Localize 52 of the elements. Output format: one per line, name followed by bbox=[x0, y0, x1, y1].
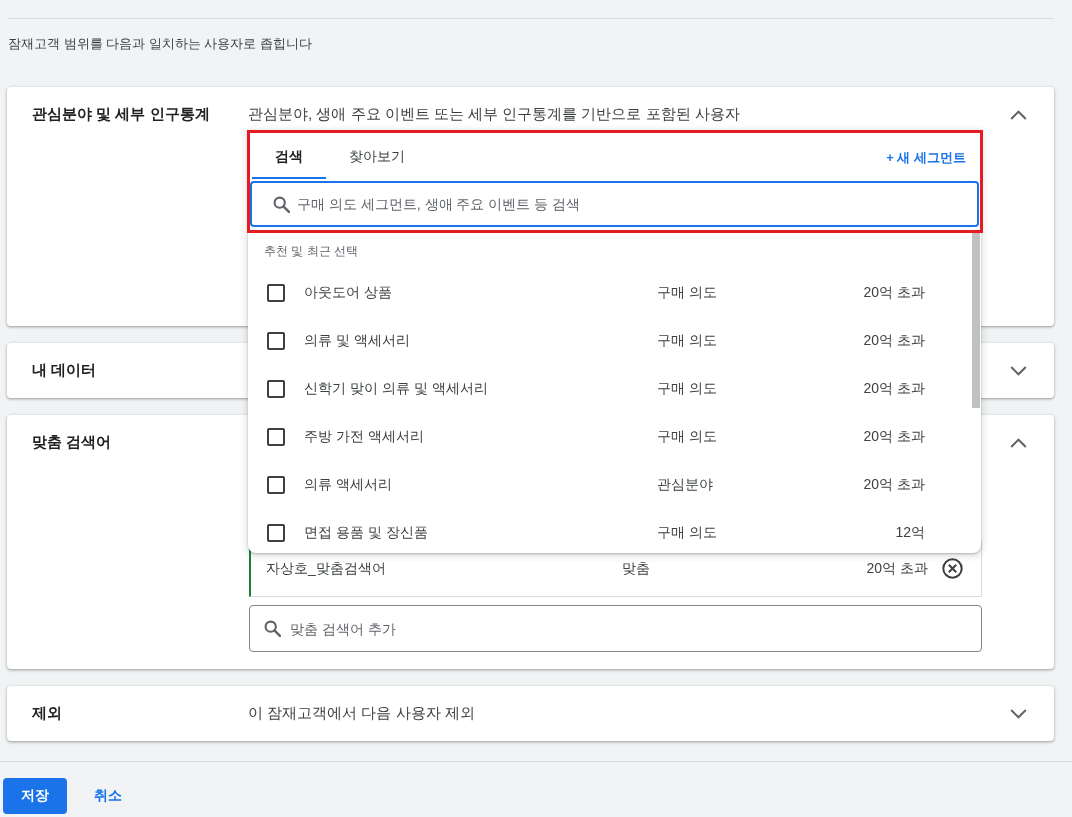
search-icon bbox=[264, 620, 281, 637]
search-input[interactable]: 맞춤 검색어 추가 bbox=[290, 620, 967, 637]
segment-type: 구매 의도 bbox=[657, 428, 718, 446]
search-input[interactable]: 구매 의도 세그먼트, 생애 주요 이벤트 등 검색 bbox=[297, 196, 963, 212]
segment-type: 구매 의도 bbox=[657, 332, 718, 350]
segment-name: 신학기 맞이 의류 및 액세서리 bbox=[304, 380, 489, 398]
segment-type: 관심분야 bbox=[657, 476, 714, 494]
search-field[interactable]: 구매 의도 세그먼트, 생애 주요 이벤트 등 검색 bbox=[250, 181, 979, 227]
segment-size: 12억 bbox=[894, 524, 925, 542]
segment-name: 의류 액세서리 bbox=[304, 476, 393, 494]
segment-size: 20억 초과 bbox=[862, 476, 925, 494]
close-icon[interactable] bbox=[942, 558, 963, 579]
scrollbar-thumb[interactable] bbox=[972, 233, 980, 408]
save-button[interactable]: 저장 bbox=[3, 778, 67, 814]
section-description: 관심분야, 생애 주요 이벤트 또는 세부 인구통계를 기반으로 포함된 사용자 bbox=[248, 105, 740, 124]
new-segment-link[interactable]: + 새 세그먼트 bbox=[886, 145, 966, 167]
segment-name: 의류 및 액세서리 bbox=[304, 332, 411, 350]
segment-name: 주방 가전 액세서리 bbox=[304, 428, 425, 446]
chevron-down-icon[interactable] bbox=[1010, 708, 1027, 719]
segment-type: 구매 의도 bbox=[657, 524, 718, 542]
cancel-button[interactable]: 취소 bbox=[94, 787, 122, 805]
segment-type: 맞춤 bbox=[622, 559, 651, 578]
search-icon bbox=[273, 195, 290, 213]
chevron-down-icon[interactable] bbox=[1010, 365, 1027, 376]
segment-name: 면접 용품 및 장신품 bbox=[304, 524, 429, 542]
chevron-up-icon[interactable] bbox=[1010, 109, 1027, 120]
segment-size: 20억 초과 bbox=[862, 284, 925, 302]
checkbox[interactable] bbox=[267, 380, 285, 398]
section-description: 이 잠재고객에서 다음 사용자 제외 bbox=[248, 704, 475, 723]
segment-name: 아웃도어 상품 bbox=[304, 284, 393, 302]
section-title: 관심분야 및 세부 인구통계 bbox=[32, 105, 211, 124]
checkbox[interactable] bbox=[267, 476, 285, 494]
list-heading: 추천 및 최근 선택 bbox=[263, 243, 359, 259]
section-title: 내 데이터 bbox=[32, 361, 98, 380]
checkbox[interactable] bbox=[267, 332, 285, 350]
tab[interactable]: 찾아보기 bbox=[326, 133, 428, 179]
section-title: 제외 bbox=[32, 704, 63, 723]
chevron-up-icon[interactable] bbox=[1010, 437, 1027, 448]
segment-type: 구매 의도 bbox=[657, 380, 718, 398]
checkbox[interactable] bbox=[267, 284, 285, 302]
checkbox[interactable] bbox=[267, 524, 285, 542]
section-title: 맞춤 검색어 bbox=[32, 433, 113, 452]
segment-name: 자상호_맞춤검색어 bbox=[266, 559, 387, 578]
segment-size: 20억 초과 bbox=[862, 380, 925, 398]
checkbox[interactable] bbox=[267, 428, 285, 446]
search-field[interactable]: 맞춤 검색어 추가 bbox=[249, 605, 982, 652]
tab[interactable]: 검색 bbox=[252, 133, 326, 179]
segment-type: 구매 의도 bbox=[657, 284, 718, 302]
segment-size: 20억 초과 bbox=[866, 559, 928, 578]
intro-text: 잠재고객 범위를 다음과 일치하는 사용자로 좁힙니다 bbox=[8, 35, 314, 53]
segment-size: 20억 초과 bbox=[862, 428, 925, 446]
segment-size: 20억 초과 bbox=[862, 332, 925, 350]
